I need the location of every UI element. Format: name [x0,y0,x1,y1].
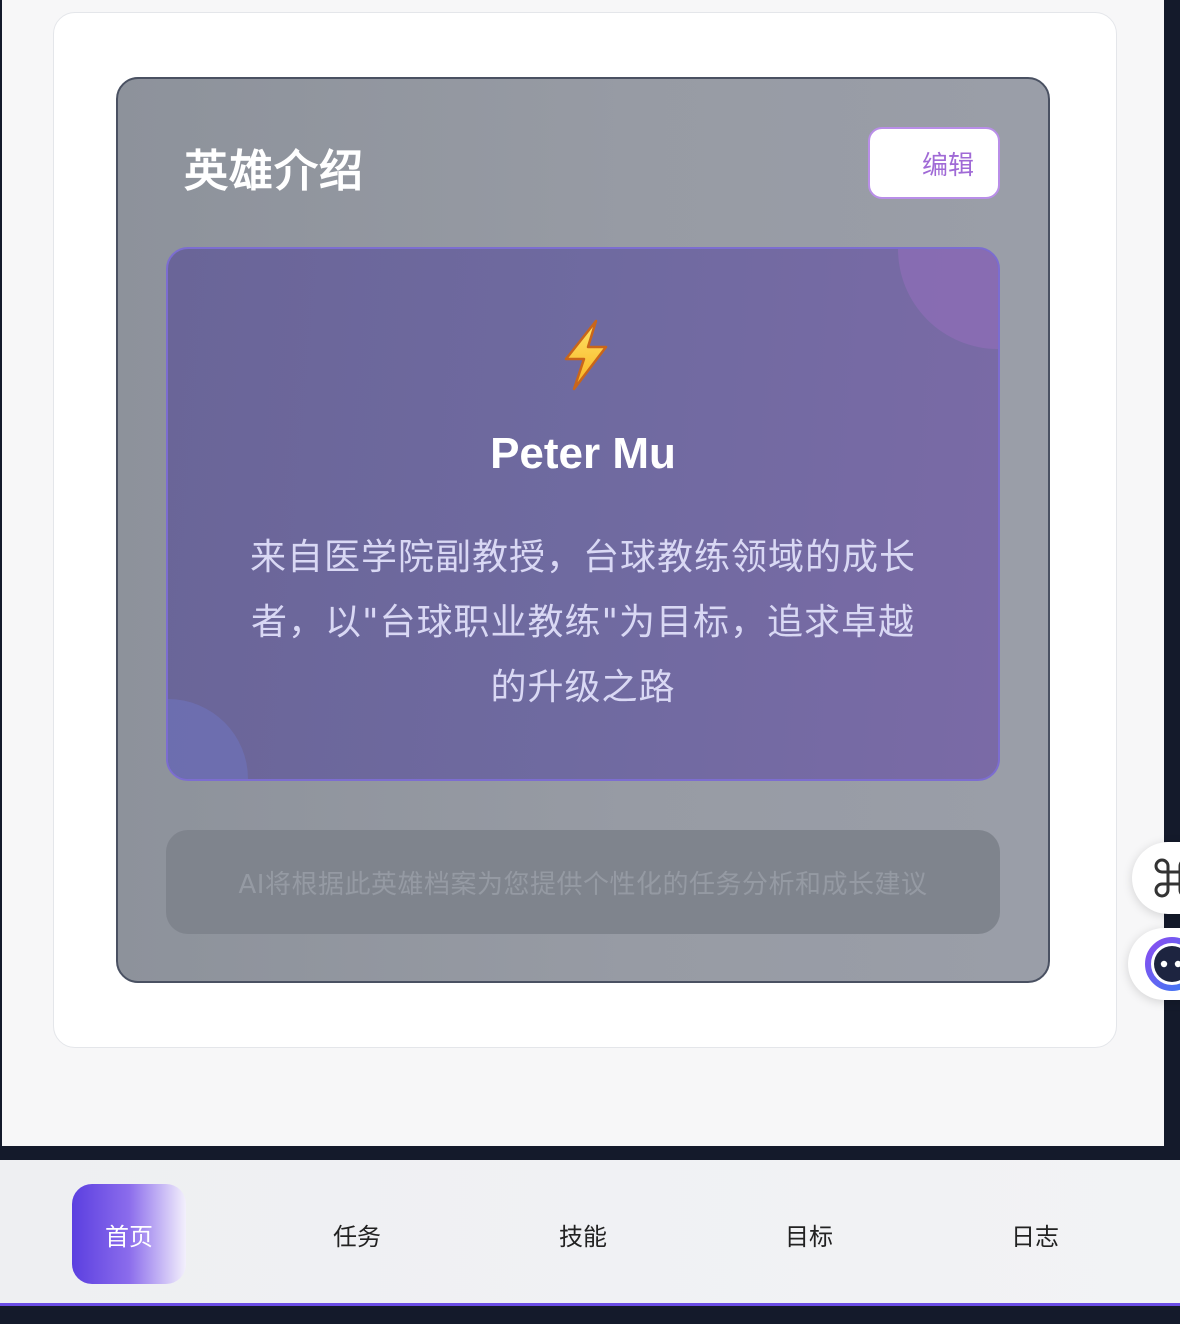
nav-item-home[interactable]: 首页 [72,1184,186,1284]
hero-intro-panel: 英雄介绍 编辑 Peter Mu 来自医学院副教授，台球教练领域的成长者，以"台… [116,77,1050,983]
nav-item-skills[interactable]: 技能 [526,1184,640,1284]
nav-item-tasks[interactable]: 任务 [300,1184,414,1284]
ai-assistant-icon [1145,937,1180,991]
decorative-circle-top-right [898,249,998,349]
nav-item-log[interactable]: 日志 [978,1184,1092,1284]
bottom-strip [0,1306,1180,1324]
decorative-circle-bottom-left [168,699,248,779]
bottom-nav: 首页 任务 技能 目标 日志 [0,1160,1180,1306]
nav-item-goals[interactable]: 目标 [752,1184,866,1284]
ai-note: AI将根据此英雄档案为您提供个性化的任务分析和成长建议 [166,830,1000,934]
hero-intro-title: 英雄介绍 [184,146,364,197]
edit-button[interactable]: 编辑 [868,127,1000,199]
hero-intro-card: Peter Mu 来自医学院副教授，台球教练领域的成长者，以"台球职业教练"为目… [166,247,1000,781]
hero-name: Peter Mu [490,429,676,478]
hero-description: 来自医学院副教授，台球教练领域的成长者，以"台球职业教练"为目标，追求卓越的升级… [249,537,916,708]
command-icon [1154,858,1180,898]
lightning-bolt-icon [564,319,608,391]
